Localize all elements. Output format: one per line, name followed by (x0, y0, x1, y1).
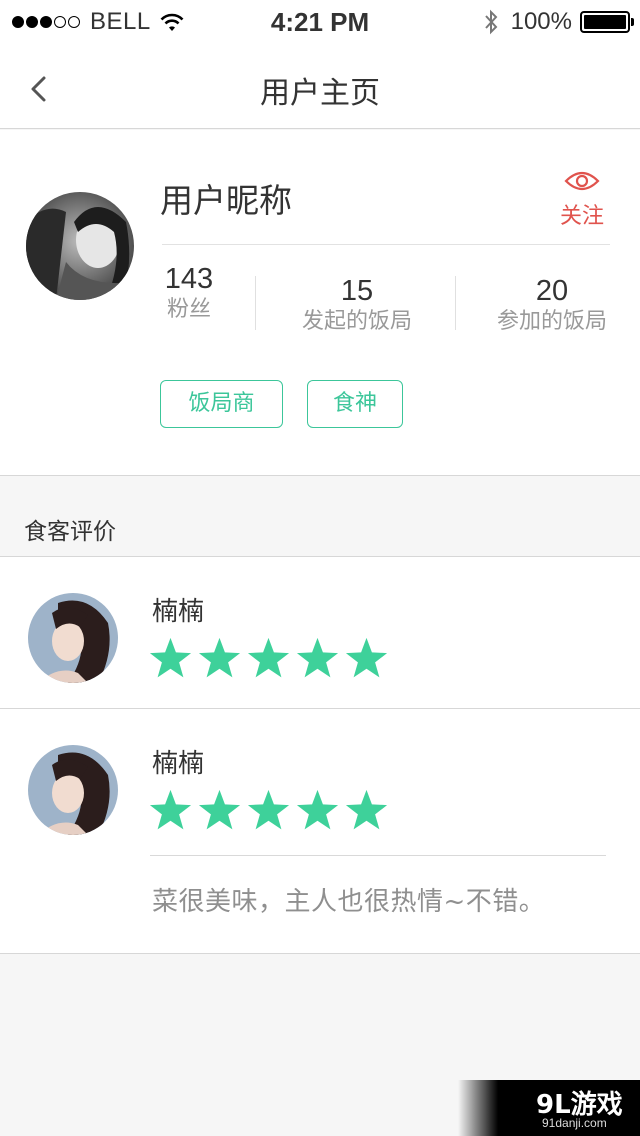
follow-button[interactable]: 关注 (552, 168, 612, 230)
star-icon (247, 789, 290, 830)
list-item[interactable]: 楠楠 菜很美味，主人也很热情~不错。 (0, 709, 640, 954)
stat-followers[interactable]: 143 粉丝 (150, 262, 228, 324)
reviews-list: 楠楠 楠楠 菜很美味，主人也很热情~不错。 (0, 556, 640, 954)
list-item[interactable]: 楠楠 (0, 557, 640, 709)
stat-value: 15 (340, 275, 374, 307)
star-rating (148, 637, 393, 680)
section-title: 食客评价 (24, 519, 116, 545)
profile-card: 用户昵称 关注 143 粉丝 15 发起的饭局 20 参加的饭局 饭局商 食神 (0, 130, 640, 476)
nickname: 用户昵称 (160, 181, 292, 220)
stat-joined[interactable]: 20 参加的饭局 (482, 274, 622, 336)
star-rating (148, 789, 393, 832)
divider (162, 244, 610, 245)
follow-label: 关注 (559, 204, 604, 229)
watermark-url: 91danji.com (542, 1116, 607, 1130)
divider (150, 855, 606, 856)
tag-badge[interactable]: 食神 (307, 380, 403, 428)
status-bar: BELL 4:21 PM 100% (0, 0, 640, 44)
tag-badge[interactable]: 饭局商 (160, 380, 283, 428)
stat-separator (455, 276, 456, 330)
star-icon (149, 789, 192, 830)
star-icon (296, 789, 339, 830)
star-icon (296, 637, 339, 678)
stat-hosted[interactable]: 15 发起的饭局 (287, 274, 427, 336)
eye-icon (564, 171, 600, 191)
stat-value: 143 (164, 263, 214, 295)
star-icon (345, 789, 388, 830)
reviewer-name: 楠楠 (152, 749, 205, 779)
watermark-logo: 9L游戏 91danji.com (458, 1080, 640, 1136)
star-icon (198, 789, 241, 830)
stat-label: 粉丝 (166, 297, 211, 322)
star-icon (247, 637, 290, 678)
avatar[interactable] (28, 593, 118, 683)
avatar[interactable] (26, 192, 134, 300)
nav-bar: 用户主页 (0, 44, 640, 129)
reviewer-name: 楠楠 (152, 597, 205, 627)
status-right: 100% (483, 8, 634, 36)
star-icon (345, 637, 388, 678)
stat-label: 发起的饭局 (301, 309, 412, 334)
star-icon (149, 637, 192, 678)
review-comment: 菜很美味，主人也很热情~不错。 (152, 887, 546, 917)
bluetooth-icon (484, 9, 497, 35)
page-title: 用户主页 (260, 76, 380, 111)
avatar[interactable] (28, 745, 118, 835)
stat-separator (255, 276, 256, 330)
stat-value: 20 (535, 275, 569, 307)
stat-label: 参加的饭局 (496, 309, 607, 334)
battery-icon (580, 11, 634, 33)
battery-percent: 100% (510, 8, 572, 35)
star-icon (198, 637, 241, 678)
